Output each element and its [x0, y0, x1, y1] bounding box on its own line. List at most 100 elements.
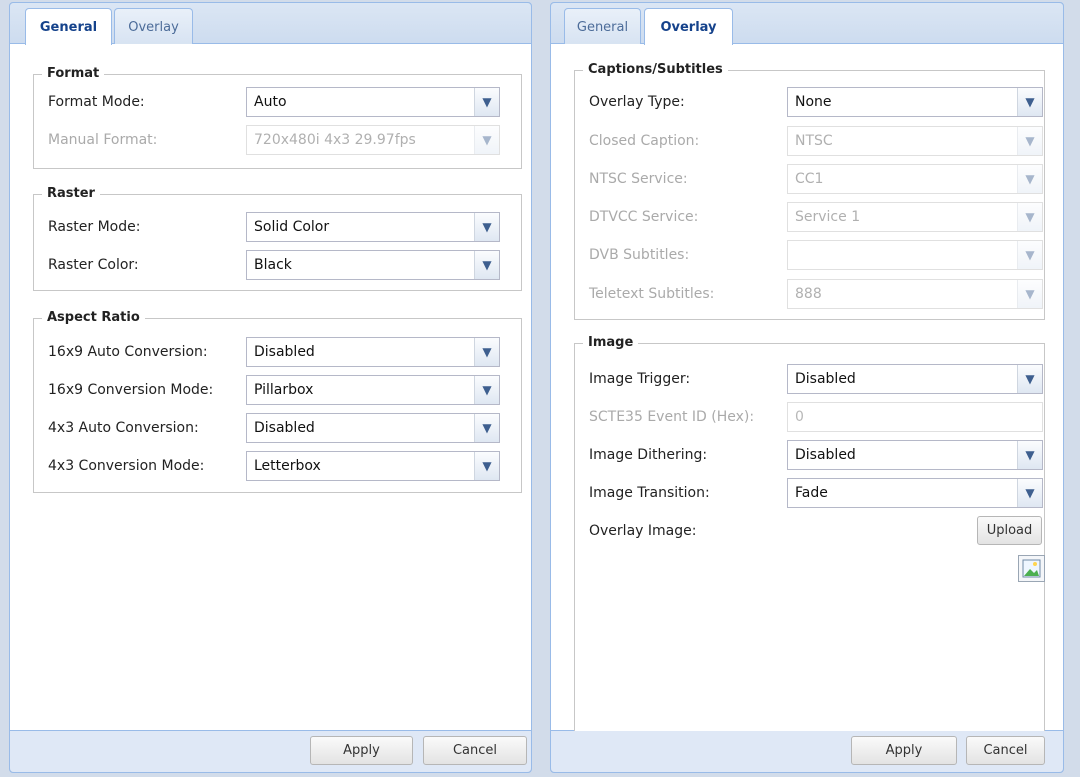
image-trigger-value: Disabled [795, 371, 856, 387]
tab-overlay[interactable]: Overlay [644, 8, 733, 45]
chevron-down-icon[interactable]: ▼ [1017, 88, 1042, 116]
chevron-down-icon[interactable]: ▼ [1017, 241, 1042, 269]
image-trigger-row: Image Trigger: Disabled ▼ [575, 364, 1044, 394]
button-bar: Apply Cancel [551, 731, 1063, 772]
raster-mode-label: Raster Mode: [48, 219, 141, 235]
closed-caption-row: Closed Caption: NTSC ▼ [575, 126, 1044, 156]
raster-color-value: Black [254, 257, 292, 273]
chevron-down-icon[interactable]: ▼ [1017, 280, 1042, 308]
image-transition-value: Fade [795, 485, 828, 501]
raster-mode-row: Raster Mode: Solid Color ▼ [34, 212, 521, 242]
closed-caption-label: Closed Caption: [589, 133, 700, 149]
raster-color-label: Raster Color: [48, 257, 139, 273]
apply-button[interactable]: Apply [851, 736, 957, 765]
format-mode-select[interactable]: Auto ▼ [246, 87, 500, 117]
dvb-subtitles-label: DVB Subtitles: [589, 247, 690, 263]
auto-4x3-select[interactable]: Disabled ▼ [246, 413, 500, 443]
auto-16x9-row: 16x9 Auto Conversion: Disabled ▼ [34, 337, 521, 367]
scte35-label: SCTE35 Event ID (Hex): [589, 409, 755, 425]
scte35-input[interactable]: 0 [787, 402, 1043, 432]
chevron-down-icon[interactable]: ▼ [1017, 365, 1042, 393]
ntsc-service-label: NTSC Service: [589, 171, 688, 187]
aspect-ratio-legend: Aspect Ratio [42, 309, 145, 327]
tab-general[interactable]: General [25, 8, 112, 45]
image-trigger-select[interactable]: Disabled ▼ [787, 364, 1043, 394]
auto-16x9-select[interactable]: Disabled ▼ [246, 337, 500, 367]
manual-format-select[interactable]: 720x480i 4x3 29.97fps ▼ [246, 125, 500, 155]
auto-4x3-value: Disabled [254, 420, 315, 436]
image-transition-select[interactable]: Fade ▼ [787, 478, 1043, 508]
mode-4x3-value: Letterbox [254, 458, 321, 474]
broken-image-icon [1018, 555, 1045, 582]
cancel-button[interactable]: Cancel [966, 736, 1045, 765]
overlay-type-value: None [795, 94, 832, 110]
cancel-button[interactable]: Cancel [423, 736, 527, 765]
tab-bar: General Overlay [10, 3, 531, 45]
chevron-down-icon[interactable]: ▼ [1017, 203, 1042, 231]
mode-4x3-label: 4x3 Conversion Mode: [48, 458, 205, 474]
teletext-subtitles-value: 888 [795, 286, 822, 302]
chevron-down-icon[interactable]: ▼ [474, 213, 499, 241]
chevron-down-icon[interactable]: ▼ [1017, 127, 1042, 155]
format-legend: Format [42, 65, 105, 83]
closed-caption-value: NTSC [795, 133, 833, 149]
tab-overlay[interactable]: Overlay [114, 8, 193, 45]
dtvcc-service-row: DTVCC Service: Service 1 ▼ [575, 202, 1044, 232]
overlay-type-row: Overlay Type: None ▼ [575, 87, 1044, 117]
chevron-down-icon[interactable]: ▼ [474, 338, 499, 366]
ntsc-service-select[interactable]: CC1 ▼ [787, 164, 1043, 194]
chevron-down-icon[interactable]: ▼ [474, 88, 499, 116]
chevron-down-icon[interactable]: ▼ [474, 126, 499, 154]
mode-16x9-label: 16x9 Conversion Mode: [48, 382, 214, 398]
image-transition-label: Image Transition: [589, 485, 710, 501]
apply-button[interactable]: Apply [310, 736, 413, 765]
overlay-settings-panel: General Overlay Captions/Subtitles Overl… [550, 2, 1064, 773]
format-mode-label: Format Mode: [48, 94, 145, 110]
chevron-down-icon[interactable]: ▼ [474, 251, 499, 279]
chevron-down-icon[interactable]: ▼ [1017, 165, 1042, 193]
teletext-subtitles-label: Teletext Subtitles: [589, 286, 715, 302]
chevron-down-icon[interactable]: ▼ [474, 414, 499, 442]
dtvcc-service-value: Service 1 [795, 209, 861, 225]
mode-4x3-select[interactable]: Letterbox ▼ [246, 451, 500, 481]
overlay-image-label: Overlay Image: [589, 523, 697, 539]
captions-legend: Captions/Subtitles [583, 61, 728, 79]
dvb-subtitles-row: DVB Subtitles: ▼ [575, 240, 1044, 270]
image-dithering-label: Image Dithering: [589, 447, 708, 463]
overlay-type-select[interactable]: None ▼ [787, 87, 1043, 117]
raster-color-select[interactable]: Black ▼ [246, 250, 500, 280]
raster-legend: Raster [42, 185, 100, 203]
chevron-down-icon[interactable]: ▼ [1017, 441, 1042, 469]
aspect-ratio-fieldset: Aspect Ratio 16x9 Auto Conversion: Disab… [33, 309, 522, 493]
manual-format-label: Manual Format: [48, 132, 158, 148]
raster-fieldset: Raster Raster Mode: Solid Color ▼ Raster… [33, 185, 522, 291]
auto-16x9-label: 16x9 Auto Conversion: [48, 344, 208, 360]
tab-body: Format Format Mode: Auto ▼ Manual Format… [10, 44, 531, 731]
overlay-type-label: Overlay Type: [589, 94, 685, 110]
dvb-subtitles-select[interactable]: ▼ [787, 240, 1043, 270]
captions-fieldset: Captions/Subtitles Overlay Type: None ▼ … [574, 61, 1045, 320]
tab-general[interactable]: General [564, 8, 641, 45]
image-transition-row: Image Transition: Fade ▼ [575, 478, 1044, 508]
mode-16x9-select[interactable]: Pillarbox ▼ [246, 375, 500, 405]
auto-16x9-value: Disabled [254, 344, 315, 360]
image-dithering-select[interactable]: Disabled ▼ [787, 440, 1043, 470]
raster-mode-select[interactable]: Solid Color ▼ [246, 212, 500, 242]
scte35-value: 0 [795, 409, 804, 425]
teletext-subtitles-select[interactable]: 888 ▼ [787, 279, 1043, 309]
closed-caption-select[interactable]: NTSC ▼ [787, 126, 1043, 156]
chevron-down-icon[interactable]: ▼ [474, 452, 499, 480]
image-legend: Image [583, 334, 639, 352]
dtvcc-service-select[interactable]: Service 1 ▼ [787, 202, 1043, 232]
format-mode-row: Format Mode: Auto ▼ [34, 87, 521, 117]
chevron-down-icon[interactable]: ▼ [1017, 479, 1042, 507]
ntsc-service-row: NTSC Service: CC1 ▼ [575, 164, 1044, 194]
image-trigger-label: Image Trigger: [589, 371, 691, 387]
tab-bar: General Overlay [551, 3, 1063, 45]
teletext-subtitles-row: Teletext Subtitles: 888 ▼ [575, 279, 1044, 309]
chevron-down-icon[interactable]: ▼ [474, 376, 499, 404]
raster-color-row: Raster Color: Black ▼ [34, 250, 521, 280]
scte35-row: SCTE35 Event ID (Hex): 0 [575, 402, 1044, 432]
tab-body: Captions/Subtitles Overlay Type: None ▼ … [551, 44, 1063, 734]
upload-button[interactable]: Upload [977, 516, 1042, 545]
